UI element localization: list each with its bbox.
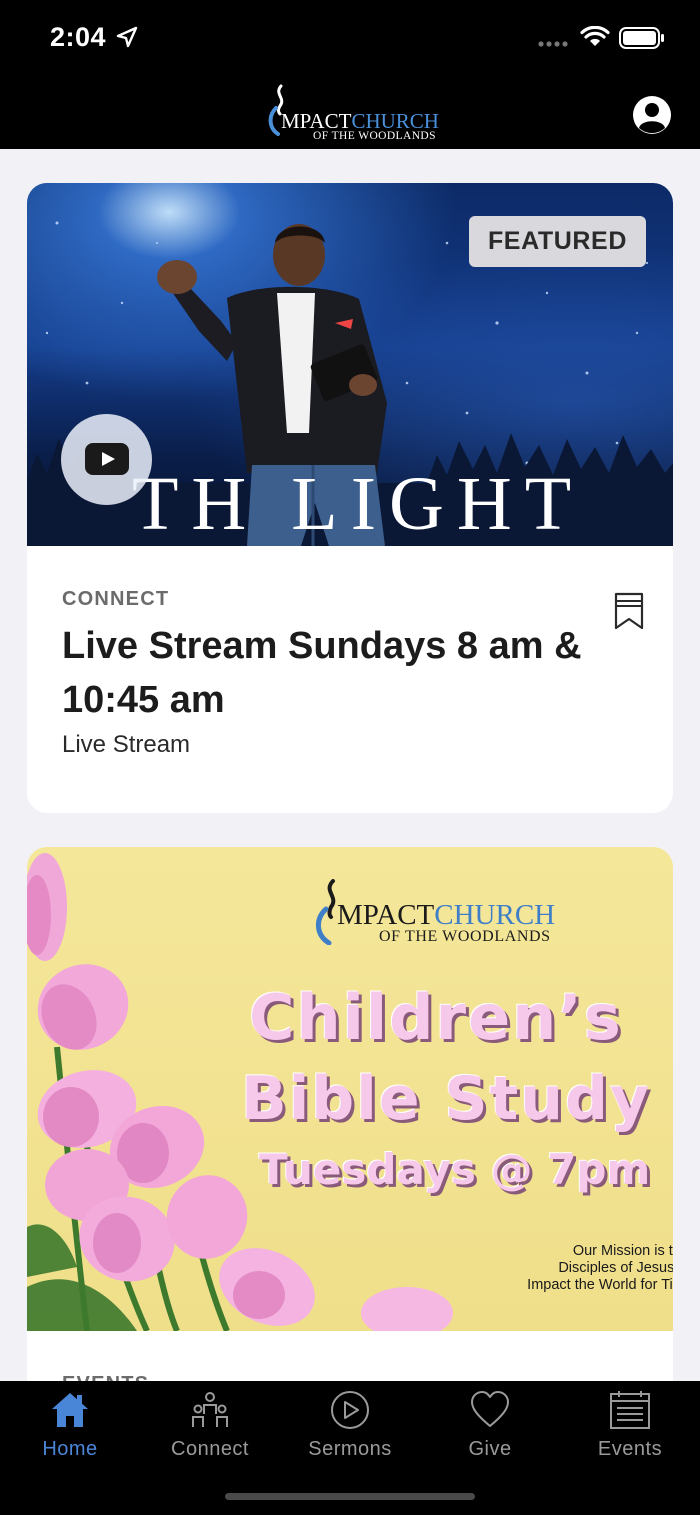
play-circle-icon: [331, 1391, 369, 1429]
battery-icon: [619, 27, 664, 49]
feed-card-childrens-bible-study[interactable]: MPACTCHURCH OF THE WOODLANDS Children’s …: [27, 847, 673, 1407]
tab-sermons-label: Sermons: [308, 1438, 392, 1460]
home-indicator[interactable]: [225, 1493, 475, 1500]
hero-overlay-text: TH LIGHT: [132, 462, 585, 546]
church-logo[interactable]: MPACTCHURCH OF THE WOODLANDS: [266, 84, 439, 144]
tab-events-label: Events: [597, 1438, 663, 1460]
app-header: MPACTCHURCH OF THE WOODLANDS: [0, 78, 700, 149]
bookmark-icon[interactable]: [614, 592, 644, 630]
tab-connect-label: Connect: [171, 1438, 249, 1460]
poster-mission-text: Our Mission is to Mo Disciples of Jesus …: [465, 1243, 673, 1294]
feed-card-livestream[interactable]: TH LIGHT FEATURED CONNECT Live Stream Su…: [27, 183, 673, 813]
tab-connect[interactable]: Connect: [140, 1381, 280, 1471]
card-title[interactable]: Live Stream Sundays 8 am & 10:45 am: [62, 619, 617, 727]
card-hero-image: MPACTCHURCH OF THE WOODLANDS Children’s …: [27, 847, 673, 1331]
tab-give-label: Give: [468, 1438, 512, 1460]
status-time: 2:04: [50, 22, 107, 52]
mission-line2: Disciples of Jesus Chri: [558, 1260, 673, 1276]
poster-logo-title-part2: CHURCH: [434, 899, 556, 931]
mission-line1: Our Mission is to Mo: [572, 1243, 673, 1259]
featured-badge: FEATURED: [468, 216, 646, 267]
tab-home[interactable]: Home: [0, 1381, 140, 1471]
card-hero-image: TH LIGHT FEATURED: [27, 183, 673, 546]
video-play-button[interactable]: [61, 414, 152, 505]
location-arrow-icon: [116, 26, 138, 48]
poster-logo-title: MPACTCHURCH: [337, 901, 555, 930]
poster-logo-subtitle: OF THE WOODLANDS: [379, 928, 551, 945]
mission-line3: Impact the World for Time a: [527, 1277, 673, 1293]
poster-headline-line2: Bible Study: [241, 1064, 652, 1134]
logo-subtitle: OF THE WOODLANDS: [313, 130, 436, 142]
heart-icon: [471, 1391, 509, 1427]
poster-church-logo: MPACTCHURCH OF THE WOODLANDS: [313, 865, 563, 945]
tab-sermons[interactable]: Sermons: [280, 1381, 420, 1471]
card-category: CONNECT: [62, 588, 170, 610]
poster-logo-title-part1: MPACT: [337, 899, 435, 931]
cellular-signal-icon: [538, 41, 568, 47]
home-icon: [52, 1393, 88, 1427]
logo-title: MPACTCHURCH: [281, 111, 439, 132]
poster-headline-line1: Children’s: [249, 981, 623, 1054]
tab-home-label: Home: [42, 1438, 98, 1460]
tab-events[interactable]: Events: [560, 1381, 700, 1471]
people-icon: [192, 1392, 228, 1427]
calendar-icon: [610, 1391, 650, 1429]
profile-icon[interactable]: [632, 95, 672, 135]
youtube-play-icon: [85, 443, 129, 475]
poster-schedule: Tuesdays @ 7pm: [259, 1145, 651, 1194]
wifi-icon: [580, 26, 610, 46]
status-bar: 2:04: [0, 0, 700, 78]
card-subtitle: Live Stream: [62, 731, 191, 758]
tab-give[interactable]: Give: [420, 1381, 560, 1471]
